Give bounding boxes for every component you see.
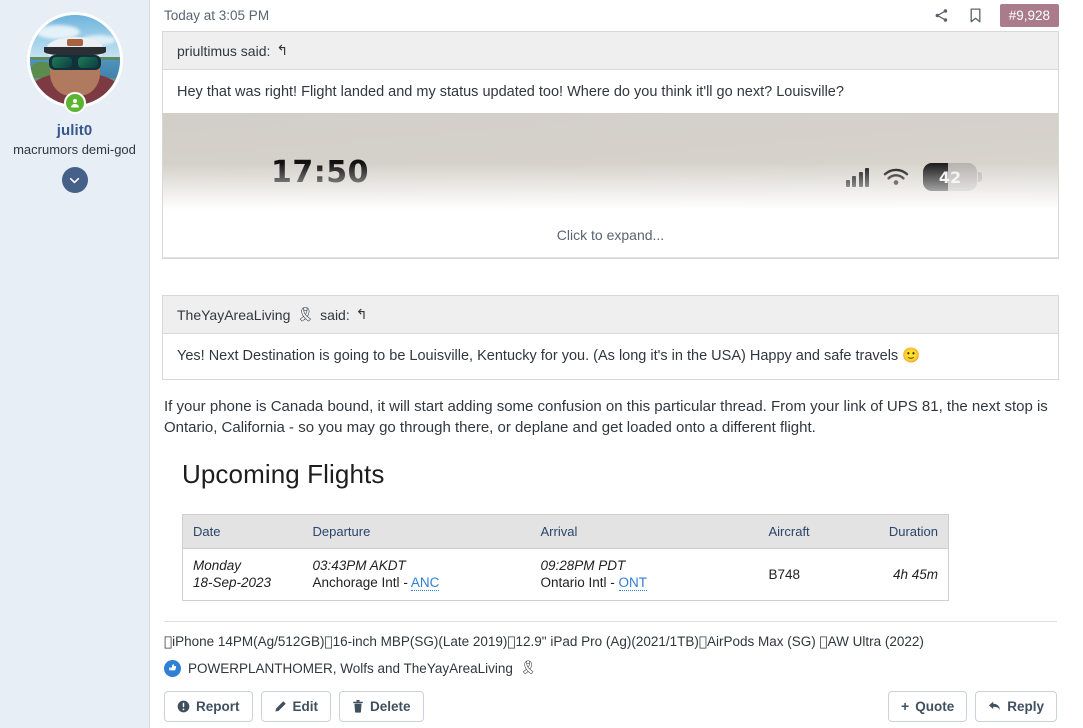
departure-airport: Anchorage Intl (312, 575, 400, 591)
flights-table: Date Departure Arrival Aircraft Duration… (182, 513, 949, 601)
post-header: Today at 3:05 PM #9,928 (162, 0, 1059, 31)
cell-departure: 03:43PM AKDT Anchorage Intl - ANC (302, 548, 531, 601)
post-header-actions: #9,928 (932, 4, 1059, 27)
post-body-text: If your phone is Canada bound, it will s… (164, 398, 1048, 437)
post-signature: iPhone 14PM(Ag/512GB)16-inch MBP(SG)(L… (162, 622, 1059, 650)
thumbs-up-icon (164, 659, 181, 677)
column-aircraft: Aircraft (758, 513, 859, 549)
apple-logo-icon:  (507, 634, 515, 650)
plus-icon: + (901, 698, 910, 715)
date-day: Monday (193, 557, 242, 573)
quote-label: Quote (915, 698, 955, 714)
edit-button[interactable]: Edit (260, 690, 331, 722)
share-icon[interactable] (932, 6, 952, 26)
forum-post-page: julit0 macrumors demi-god Today at 3:05 … (0, 0, 1083, 728)
column-departure: Departure (302, 513, 531, 549)
avatar-wrapper[interactable] (26, 12, 123, 114)
cell-aircraft: B748 (758, 548, 859, 601)
cell-arrival: 09:28PM PDT Ontario Intl - ONT (530, 548, 759, 601)
signature-item: 12.9" iPad Pro (Ag)(2021/1TB) (499, 633, 699, 649)
dash-separator: - (610, 575, 619, 591)
table-row: Monday 18-Sep-2023 03:43PM AKDT Anchorag… (182, 548, 949, 601)
departure-location: Anchorage Intl - ANC (313, 574, 521, 592)
quote-block-1: priultimus said: ↰ Hey that was right! F… (162, 31, 1059, 260)
avatar-lens-left (51, 56, 72, 68)
arrival-time: 09:28PM PDT (540, 557, 626, 573)
column-duration: Duration (858, 513, 949, 549)
arrival-location: Ontario Intl - ONT (541, 574, 749, 592)
upcoming-flights-widget: Upcoming Flights Date Departure Arrival … (162, 439, 1059, 601)
report-label: Report (196, 698, 240, 714)
cell-duration: 4h 45m (858, 548, 949, 601)
reply-arrow-icon (989, 701, 1001, 711)
flights-heading: Upcoming Flights (182, 458, 385, 489)
delete-label: Delete (370, 698, 411, 714)
bookmark-icon[interactable] (966, 6, 986, 26)
post-number-badge[interactable]: #9,928 (999, 4, 1059, 27)
apple-logo-icon:  (699, 634, 707, 650)
report-button[interactable]: Report (164, 690, 253, 722)
click-to-expand-button[interactable]: Click to expand... (163, 223, 1058, 259)
reply-button[interactable]: Reply (975, 690, 1057, 722)
smiley-emoji: 🙂 (902, 348, 921, 365)
departure-time: 03:43PM AKDT (312, 557, 406, 573)
quote-block-2: TheYayAreaLiving 🎗 said: ↰ Yes! Next Des… (162, 295, 1059, 381)
apple-logo-icon:  (164, 634, 172, 650)
departure-code-link[interactable]: ANC (410, 575, 440, 592)
said-label: said: (320, 306, 350, 323)
arrival-code-link[interactable]: ONT (618, 575, 648, 592)
trash-icon (353, 699, 363, 713)
signature-item: AW Ultra (2022) (799, 633, 924, 649)
screenshot-fade-overlay (163, 163, 1058, 224)
avatar-sunglasses (48, 54, 101, 70)
cell-date: Monday 18-Sep-2023 (182, 548, 303, 601)
user-online-icon (63, 92, 86, 114)
quote-button[interactable]: + Quote (888, 690, 968, 722)
signature-item: iPhone 14PM(Ag/512GB) (164, 633, 324, 649)
reactions-text[interactable]: POWERPLANTHOMER, Wolfs and TheYayAreaLiv… (188, 661, 513, 676)
signature-item: AirPods Max (SG) (687, 633, 816, 649)
table-header-row: Date Departure Arrival Aircraft Duration (182, 513, 949, 549)
reply-arrow-icon[interactable]: ↰ (276, 42, 288, 59)
apple-logo-icon:  (324, 634, 332, 650)
author-user-title: macrumors demi-god (13, 142, 136, 157)
avatar-lens-right (77, 56, 98, 68)
signature-item: 16-inch MBP(SG)(Late 2019) (320, 633, 508, 649)
quote-text: Yes! Next Destination is going to be Lou… (177, 348, 899, 365)
ribbon-badge-icon: 🎗 (519, 660, 538, 676)
embedded-screenshot[interactable]: 17:50 42 (163, 113, 1058, 224)
post-main-column: Today at 3:05 PM #9,928 priultimus said:… (150, 0, 1083, 728)
post-timestamp: Today at 3:05 PM (164, 8, 270, 23)
ribbon-badge-icon: 🎗 (296, 306, 315, 323)
quote-author[interactable]: priultimus said: (177, 43, 270, 59)
arrival-airport: Ontario Intl (540, 575, 607, 591)
post-action-bar: Report Edit Delete + Quote Reply (162, 677, 1059, 722)
right-actions: + Quote Reply (888, 690, 1057, 722)
reply-label: Reply (1007, 698, 1044, 714)
avatar-cap-logo (66, 39, 83, 47)
chevron-down-icon[interactable] (61, 167, 88, 193)
post-reactions: POWERPLANTHOMER, Wolfs and TheYayAreaLiv… (162, 650, 1059, 677)
column-date: Date (182, 513, 303, 549)
pencil-icon (274, 701, 286, 712)
quote-header: priultimus said: ↰ (163, 32, 1058, 70)
reply-arrow-icon[interactable]: ↰ (356, 306, 368, 323)
author-username[interactable]: julit0 (0, 122, 149, 139)
left-actions: Report Edit Delete (164, 690, 424, 722)
post-author-sidebar: julit0 macrumors demi-god (0, 0, 150, 728)
date-value: 18-Sep-2023 (193, 575, 272, 591)
quote-author[interactable]: TheYayAreaLiving (177, 307, 290, 323)
column-arrival: Arrival (530, 513, 759, 549)
apple-logo-icon:  (820, 634, 828, 650)
quote-text: Hey that was right! Flight landed and my… (177, 84, 844, 100)
quote-header: TheYayAreaLiving 🎗 said: ↰ (163, 296, 1058, 335)
edit-label: Edit (292, 698, 319, 714)
delete-button[interactable]: Delete (339, 690, 424, 722)
alert-circle-icon (177, 700, 190, 713)
dash-separator: - (403, 575, 411, 591)
quote-text-wrapper: Yes! Next Destination is going to be Lou… (163, 334, 1058, 379)
